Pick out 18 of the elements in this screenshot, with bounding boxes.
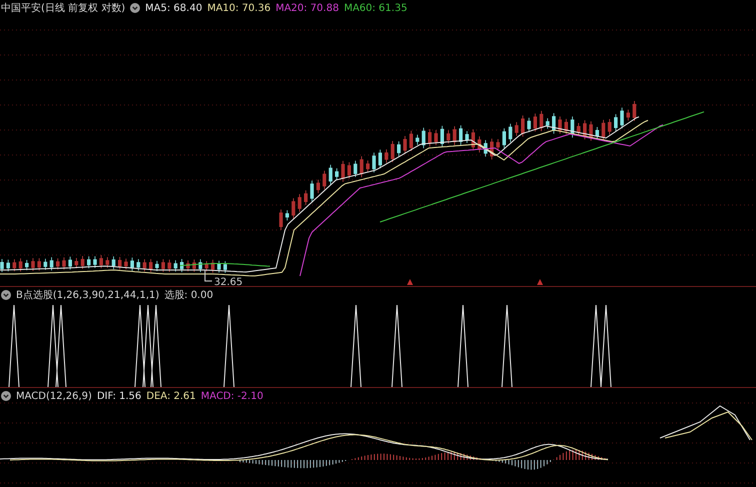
indicator-value: MA60: 61.35: [344, 2, 408, 14]
indicator-value: DEA: 2.61: [146, 390, 196, 402]
leader-line: [204, 270, 212, 282]
low-price-label: 32.65: [214, 277, 243, 286]
indicator-value: MA10: 70.36: [207, 2, 271, 14]
circle-chevron-icon[interactable]: [1, 290, 11, 300]
indicator-title: B点选股(1,26,3,90,21,44,1,1): [16, 288, 160, 302]
circle-chevron-icon[interactable]: [130, 3, 140, 13]
indicator-value: DIF: 1.56: [96, 390, 142, 402]
circle-chevron-icon[interactable]: [1, 391, 11, 401]
indicator-value: MA20: 70.88: [276, 2, 339, 14]
stock-title: 中国平安(日线 前复权 对数): [1, 2, 126, 15]
triangle-marker-icon: [537, 279, 543, 285]
indicator-title: MACD(12,26,9): [16, 390, 92, 402]
triangle-marker-icon: [407, 279, 413, 285]
indicator-value: MACD: -2.10: [200, 390, 264, 402]
indicator-value: MA5: 68.40: [145, 2, 202, 14]
indicator-value: 选股: 0.00: [164, 288, 214, 302]
